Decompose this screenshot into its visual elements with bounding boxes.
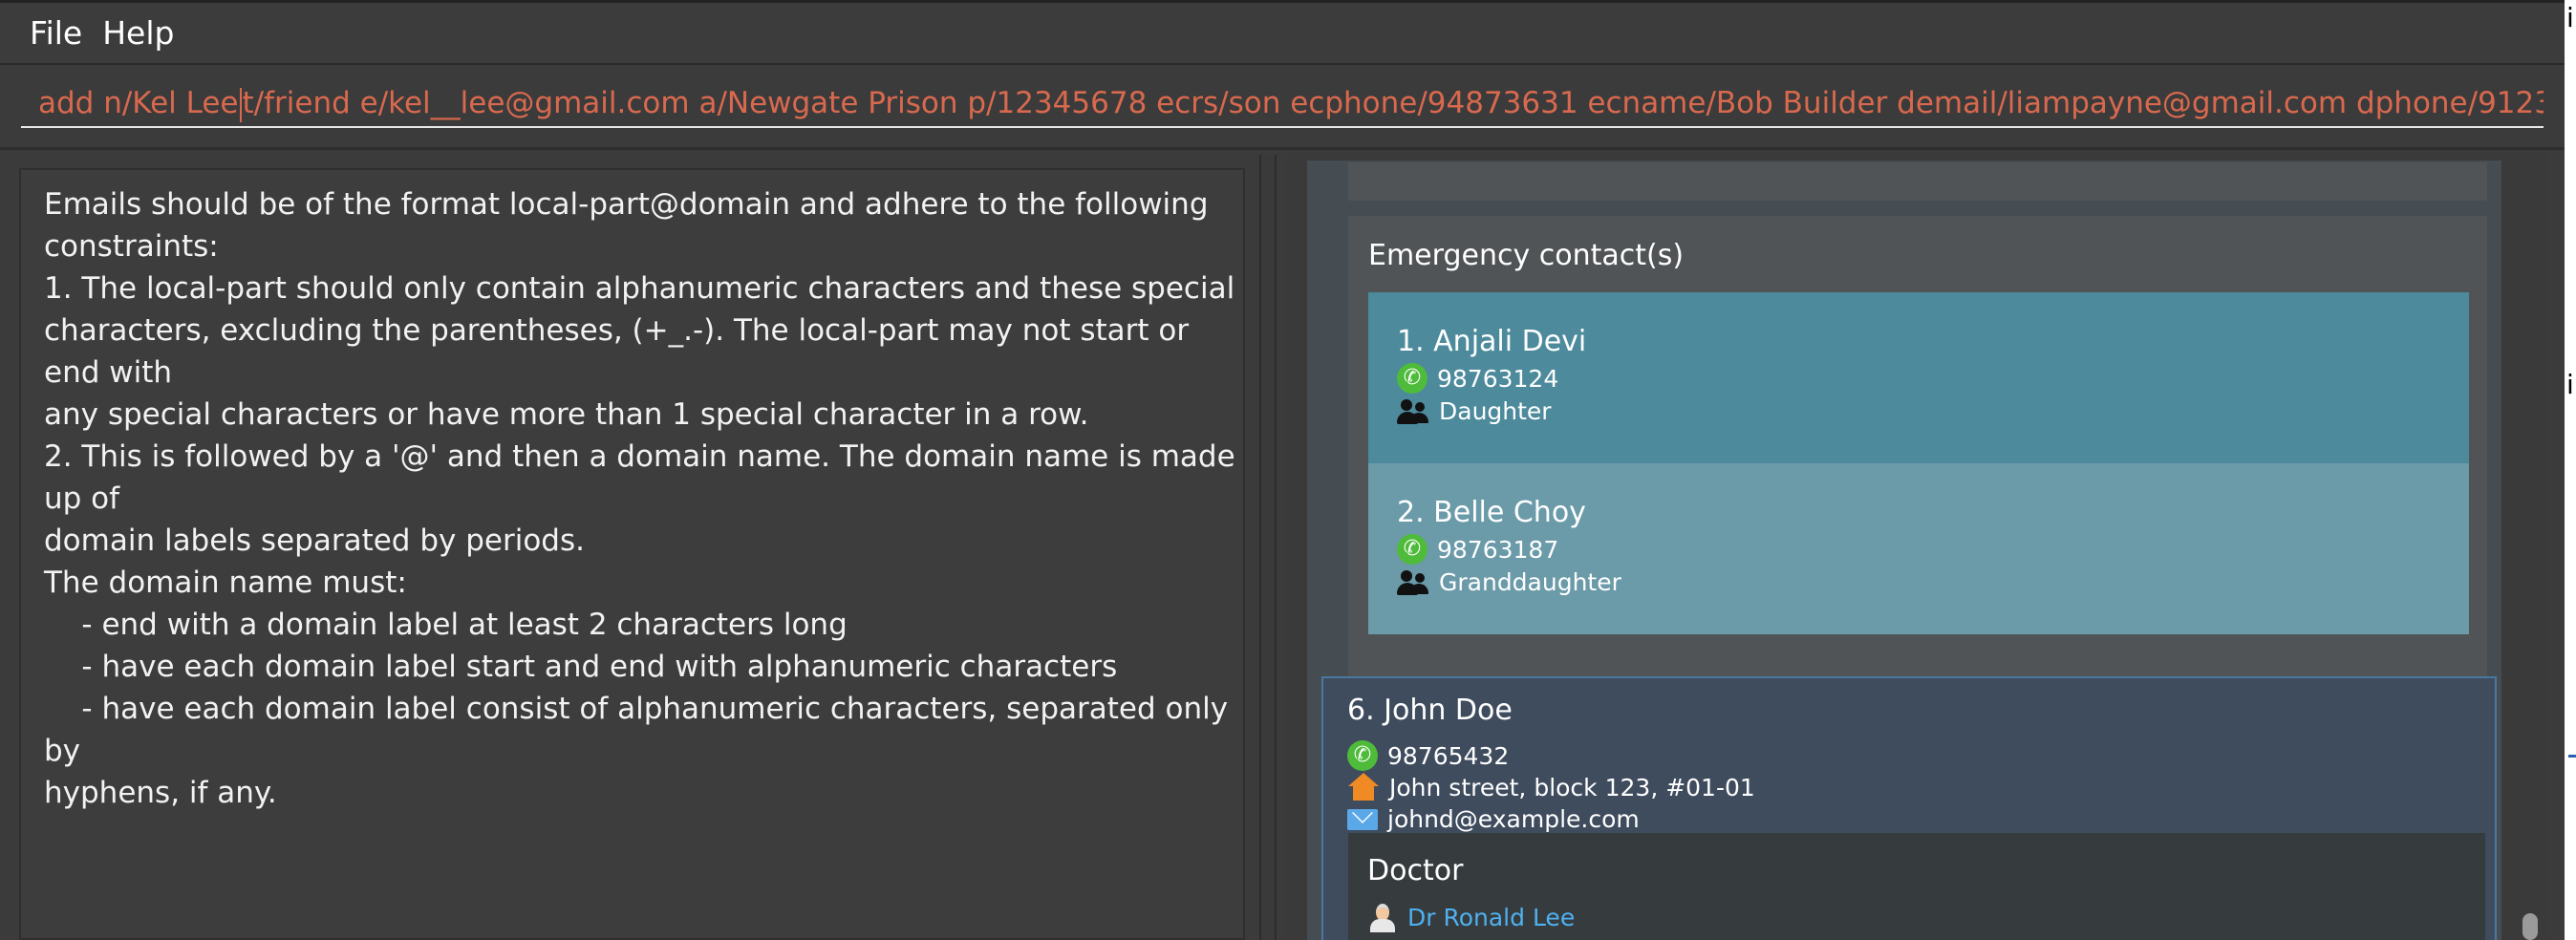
menu-bar: File Help bbox=[0, 3, 2565, 65]
command-box: add n/Kel Lee t/friend e/kel__lee@gmail.c… bbox=[0, 65, 2565, 150]
person-phone-row: 98765432 bbox=[1347, 740, 1509, 771]
emergency-contact-phone: 98763124 bbox=[1437, 364, 1559, 393]
doctor-name-row: Dr Ronald Lee bbox=[1367, 902, 1575, 932]
person-phone: 98765432 bbox=[1387, 741, 1510, 770]
emergency-contacts-title: Emergency contact(s) bbox=[1368, 239, 1685, 272]
emergency-contact-relationship-row: Granddaughter bbox=[1397, 566, 1621, 597]
emergency-contact-phone: 98763187 bbox=[1437, 535, 1559, 564]
app-window: File Help add n/Kel Lee t/friend e/kel__l… bbox=[0, 0, 2565, 940]
doctor-section: Doctor Dr Ronald Lee bbox=[1348, 833, 2485, 940]
background-window-text: i bbox=[2566, 369, 2574, 400]
mail-icon bbox=[1347, 808, 1378, 830]
menu-file[interactable]: File bbox=[0, 3, 102, 63]
doctor-title: Doctor bbox=[1367, 854, 1464, 887]
phone-icon bbox=[1397, 534, 1428, 565]
home-icon bbox=[1347, 773, 1380, 801]
emergency-contact-relationship-row: Daughter bbox=[1397, 395, 1552, 426]
emergency-contact-relationship: Granddaughter bbox=[1439, 567, 1621, 596]
person-address: John street, block 123, #01-01 bbox=[1389, 773, 1755, 801]
emergency-contact-phone-row: 98763187 bbox=[1397, 534, 1558, 565]
person-email-row: johnd@example.com bbox=[1347, 805, 1640, 833]
text-caret bbox=[239, 87, 242, 122]
list-scrollbar[interactable] bbox=[2524, 153, 2547, 940]
person-address-row: John street, block 123, #01-01 bbox=[1347, 773, 1755, 801]
phone-icon bbox=[1347, 740, 1378, 771]
pane-splitter[interactable] bbox=[1259, 155, 1277, 940]
person-name: 6. John Doe bbox=[1347, 694, 1513, 727]
result-message: Emails should be of the format local-par… bbox=[44, 187, 1235, 810]
result-display[interactable]: Emails should be of the format local-par… bbox=[19, 168, 1245, 940]
emergency-contact-item[interactable]: 1. Anjali Devi 98763124 Daughter bbox=[1368, 292, 2469, 463]
emergency-contact-name: 2. Belle Choy bbox=[1397, 496, 1586, 529]
doctor-name[interactable]: Dr Ronald Lee bbox=[1407, 904, 1575, 931]
command-text-before-caret: add n/Kel Lee bbox=[38, 86, 239, 120]
emergency-contact-relationship: Daughter bbox=[1439, 396, 1552, 425]
person-email: johnd@example.com bbox=[1387, 805, 1640, 833]
people-icon bbox=[1397, 566, 1429, 597]
people-icon bbox=[1397, 395, 1429, 426]
emergency-contact-phone-row: 98763124 bbox=[1397, 363, 1558, 394]
previous-card-bottom bbox=[1348, 162, 2487, 201]
command-input[interactable]: add n/Kel Lee t/friend e/kel__lee@gmail.c… bbox=[21, 80, 2544, 128]
background-window-mark bbox=[2568, 755, 2576, 758]
doctor-icon bbox=[1367, 902, 1398, 932]
emergency-contact-item[interactable]: 2. Belle Choy 98763187 Granddaughter bbox=[1368, 463, 2469, 634]
emergency-contact-name: 1. Anjali Devi bbox=[1397, 325, 1587, 358]
list-scrollbar-thumb[interactable] bbox=[2522, 913, 2538, 940]
person-list-panel[interactable]: Emergency contact(s) 1. Anjali Devi 9876… bbox=[1286, 153, 2524, 940]
command-text-after-caret: t/friend e/kel__lee@gmail.com a/Newgate … bbox=[242, 86, 2544, 120]
background-window-edge bbox=[2565, 0, 2576, 940]
phone-icon bbox=[1397, 363, 1428, 394]
person-card-selected[interactable]: 6. John Doe 98765432 John street, block … bbox=[1321, 676, 2497, 940]
background-window-text: i bbox=[2566, 2, 2574, 33]
menu-help[interactable]: Help bbox=[102, 3, 194, 63]
